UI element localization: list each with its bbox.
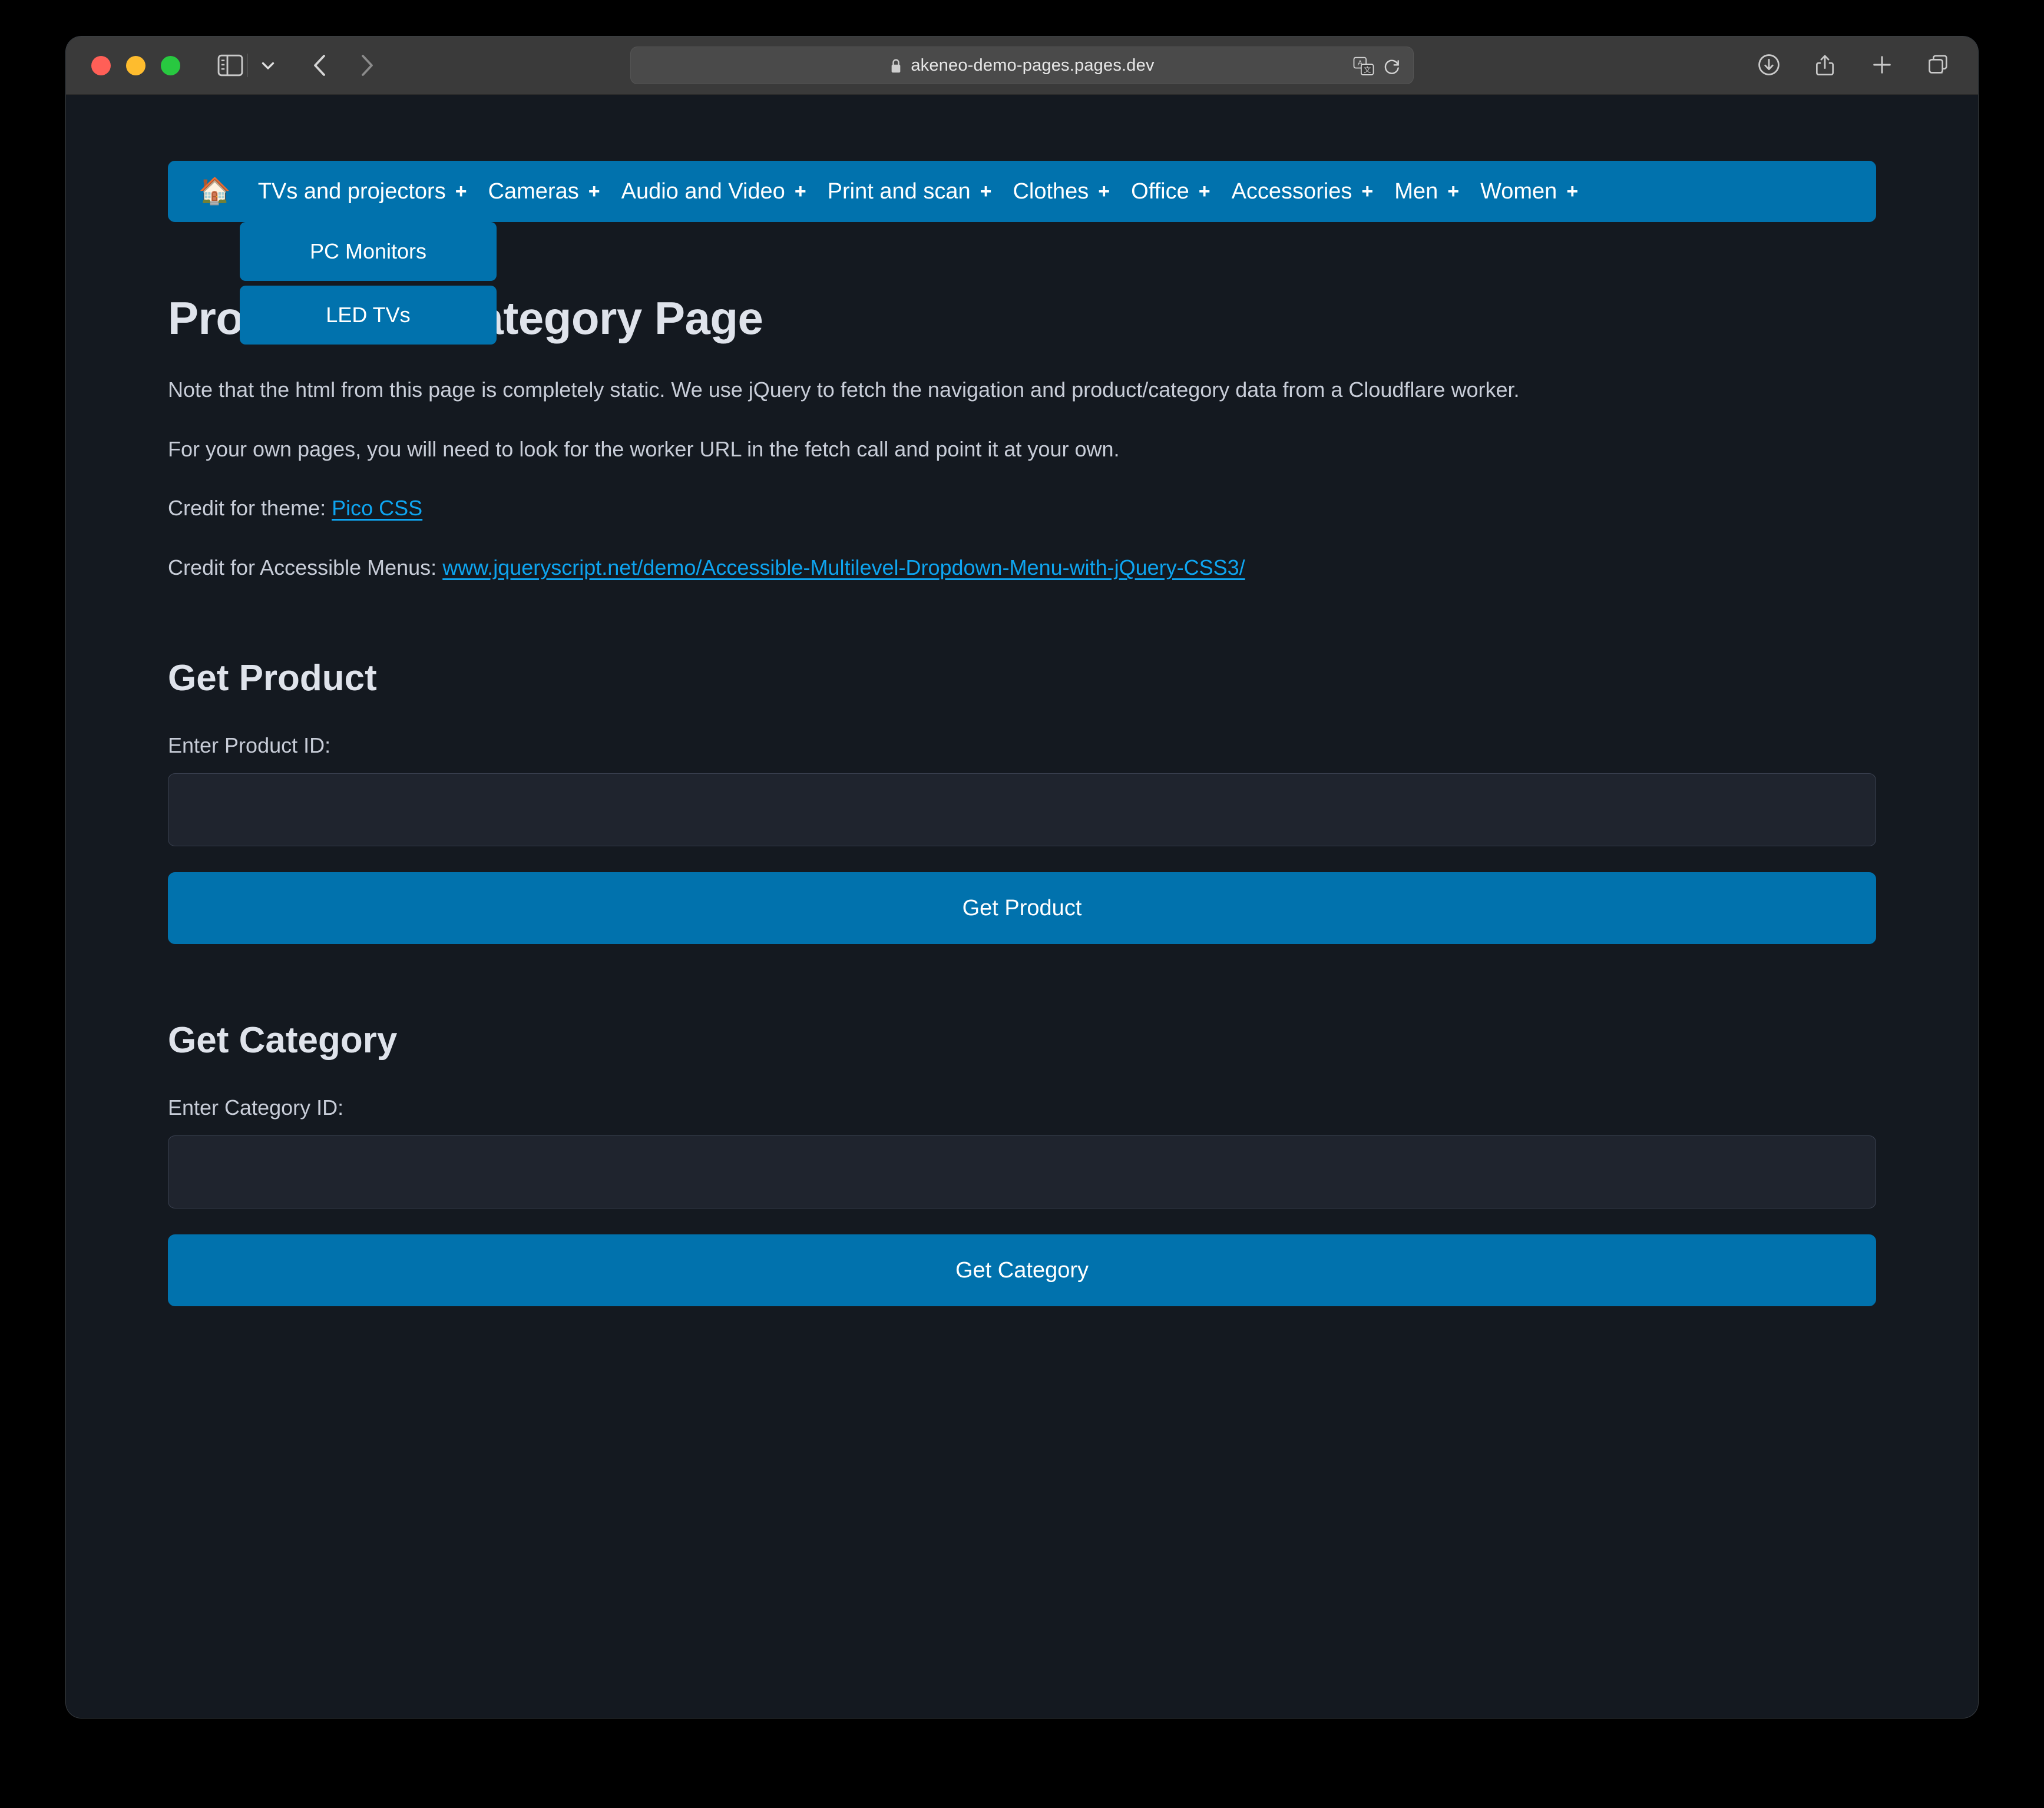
lock-icon: [889, 58, 902, 73]
expander-plus-icon[interactable]: +: [455, 180, 467, 203]
get-product-button[interactable]: Get Product: [168, 872, 1876, 945]
category-id-input[interactable]: [168, 1135, 1876, 1209]
expander-plus-icon[interactable]: +: [1199, 180, 1210, 203]
pico-css-link[interactable]: Pico CSS: [332, 496, 422, 520]
nav-item-clothes[interactable]: Clothes +: [1002, 179, 1120, 204]
expander-plus-icon[interactable]: +: [795, 180, 806, 203]
browser-toolbar: akeneo-demo-pages.pages.dev A 文: [66, 37, 1978, 95]
credit-theme: Credit for theme: Pico CSS: [168, 494, 1876, 523]
maximize-window-button[interactable]: [161, 55, 180, 75]
minimize-window-button[interactable]: [126, 55, 145, 75]
close-window-button[interactable]: [91, 55, 111, 75]
expander-plus-icon[interactable]: +: [1361, 180, 1373, 203]
page-viewport: 🏠 TVs and projectors + Cameras + Audio a…: [66, 95, 1978, 1718]
expander-plus-icon[interactable]: +: [588, 180, 600, 203]
address-content: akeneo-demo-pages.pages.dev: [889, 56, 1154, 75]
nav-item-label: Print and scan: [827, 178, 971, 204]
nav-item-label: TVs and projectors: [257, 178, 446, 204]
window-controls: [66, 55, 180, 75]
nav-item-label: Clothes: [1013, 178, 1089, 204]
tab-overview-icon[interactable]: [1926, 52, 1950, 78]
intro-paragraph-2: For your own pages, you will need to loo…: [168, 436, 1120, 461]
expander-plus-icon[interactable]: +: [1447, 180, 1459, 203]
dropdown-item-led-tvs[interactable]: LED TVs: [240, 286, 497, 345]
intro-paragraph-1: Note that the html from this page is com…: [168, 378, 1520, 402]
expander-plus-icon[interactable]: +: [1098, 180, 1110, 203]
section-title-get-product: Get Product: [168, 658, 377, 699]
nav-item-men[interactable]: Men +: [1384, 179, 1470, 204]
expander-plus-icon[interactable]: +: [1566, 180, 1578, 203]
sidebar-controls: [217, 52, 285, 78]
downloads-icon[interactable]: [1757, 52, 1780, 78]
nav-item-label: Audio and Video: [621, 178, 785, 204]
plus-icon[interactable]: [1870, 52, 1893, 78]
svg-text:文: 文: [1364, 65, 1371, 74]
share-icon[interactable]: [1813, 52, 1837, 78]
navigation-arrows: [305, 49, 382, 81]
nav-item-label: Accessories: [1231, 178, 1352, 204]
accessible-menus-link[interactable]: www.jqueryscript.net/demo/Accessible-Mul…: [442, 555, 1245, 580]
nav-dropdown-tvs-and-projectors: PC Monitors LED TVs: [240, 222, 497, 345]
nav-item-label: Men: [1394, 178, 1438, 204]
nav-item-label: Cameras: [488, 178, 579, 204]
credit-theme-prefix: Credit for theme:: [168, 496, 332, 521]
nav-item-tvs-and-projectors[interactable]: TVs and projectors +: [247, 179, 478, 204]
browser-window: akeneo-demo-pages.pages.dev A 文 🏠 TVs an…: [66, 37, 1978, 1718]
credit-menus-prefix: Credit for Accessible Menus:: [168, 555, 443, 580]
nav-item-accessories[interactable]: Accessories +: [1221, 179, 1384, 204]
translate-icon[interactable]: A 文: [1353, 57, 1374, 75]
get-category-button[interactable]: Get Category: [168, 1234, 1876, 1307]
section-title-get-category: Get Category: [168, 1020, 398, 1061]
chevron-down-icon[interactable]: [252, 52, 285, 78]
nav-item-cameras[interactable]: Cameras +: [478, 179, 611, 204]
nav-item-office[interactable]: Office +: [1120, 179, 1221, 204]
nav-item-label: Office: [1131, 178, 1189, 204]
credit-menus: Credit for Accessible Menus: www.jquerys…: [168, 554, 1876, 582]
nav-item-label: Women: [1480, 178, 1557, 204]
forward-arrow-icon[interactable]: [350, 49, 382, 81]
home-icon[interactable]: 🏠: [199, 178, 231, 204]
product-id-input[interactable]: [168, 773, 1876, 847]
toolbar-divider: [247, 54, 248, 77]
nav-item-women[interactable]: Women +: [1470, 179, 1589, 204]
back-arrow-icon[interactable]: [305, 49, 336, 81]
address-bar-actions: A 文: [1353, 56, 1400, 75]
nav-item-print-and-scan[interactable]: Print and scan +: [817, 179, 1003, 204]
address-text: akeneo-demo-pages.pages.dev: [911, 55, 1155, 75]
product-id-label: Enter Product ID:: [168, 733, 331, 758]
expander-plus-icon[interactable]: +: [980, 180, 992, 203]
toolbar-right-actions: [1757, 52, 1950, 78]
nav-items: TVs and projectors + Cameras + Audio and…: [247, 179, 1589, 204]
nav-item-audio-and-video[interactable]: Audio and Video +: [611, 179, 817, 204]
address-bar[interactable]: akeneo-demo-pages.pages.dev A 文: [630, 47, 1414, 84]
address-bar-container: akeneo-demo-pages.pages.dev A 文: [630, 47, 1414, 84]
page-content: 🏠 TVs and projectors + Cameras + Audio a…: [168, 95, 1876, 1307]
reload-icon[interactable]: [1382, 56, 1400, 75]
site-navigation: 🏠 TVs and projectors + Cameras + Audio a…: [168, 161, 1876, 222]
category-id-label: Enter Category ID:: [168, 1095, 344, 1120]
dropdown-item-pc-monitors[interactable]: PC Monitors: [240, 222, 497, 281]
sidebar-toggle-icon[interactable]: [217, 52, 244, 78]
